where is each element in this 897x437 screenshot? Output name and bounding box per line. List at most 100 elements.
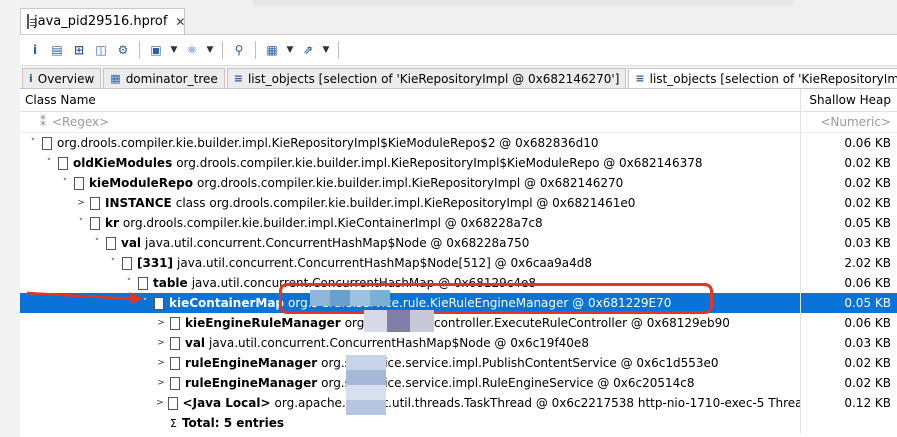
shallow-heap-cell: 0.02 KB (800, 373, 897, 393)
collapse-icon[interactable]: ˅ (44, 158, 54, 168)
info-icon[interactable]: i (26, 41, 44, 59)
field-name: val (121, 236, 142, 250)
expand-icon[interactable]: > (76, 198, 86, 208)
class-name-cell: > <Java Local> org.apache.tomcat.util.thre… (20, 396, 800, 410)
table-header: Class Name Shallow Heap (20, 89, 897, 112)
tab-overview[interactable]: i Overview (22, 68, 102, 88)
tree-row[interactable]: ˅ kieContainerMap org.s erule.service.rule… (20, 293, 897, 313)
tree-row[interactable]: ˅ kieModuleRepo org.drools.compiler.kie.bu… (20, 173, 897, 193)
tree-row[interactable]: > ruleEngineManager org.s .service.service… (20, 353, 897, 373)
tree-row[interactable]: ˅ oldKieModules org.drools.compiler.kie.bu… (20, 153, 897, 173)
tree-row[interactable]: > ruleEngineManager org.s .service.service… (20, 373, 897, 393)
object-icon (58, 156, 68, 170)
object-icon (138, 276, 148, 290)
tree-row[interactable]: > <Java Local> org.apache.tomcat.util.thre… (20, 393, 897, 413)
object-description: org.s erule.service.rule.KieRuleEngineMa… (288, 296, 672, 310)
class-name-cell: > ruleEngineManager org.s .service.service… (20, 376, 800, 390)
tab-dominator-tree[interactable]: ▦ dominator_tree (103, 68, 225, 88)
expand-icon[interactable]: > (156, 378, 166, 388)
regex-icon: ⁑ (40, 115, 46, 129)
field-name: kr (105, 216, 119, 230)
toolbar-separator (255, 41, 256, 59)
class-name-cell: ˅ [331] java.util.concurrent.ConcurrentHas… (20, 256, 800, 270)
dominator-tree-icon[interactable]: ⊞ (70, 41, 88, 59)
tab-label: list_objects [selection of 'KieRepositor… (247, 71, 620, 86)
collapse-icon[interactable]: ˅ (76, 218, 86, 228)
object-icon (90, 196, 100, 210)
file-tab-hprof[interactable]: java_pid29516.hprof ✕ (20, 8, 185, 34)
oql-icon[interactable]: ◫ (92, 41, 110, 59)
numeric-filter-input[interactable]: <Numeric> (800, 112, 897, 132)
total-row[interactable]: Σ Total: 5 entries (20, 413, 897, 433)
close-tab-icon[interactable]: ✕ (175, 15, 185, 29)
heap-dump-editor: java_pid29516.hprof ✕ i ▤ ⊞ ◫ ⚙ ▣ ▼ ⚛ ▼ … (20, 0, 897, 437)
result-tabs: i Overview ▦ dominator_tree ≡ list_objects … (20, 66, 897, 89)
tree-table-body: ˅ org.drools.compiler.kie.builder.impl.Ki… (20, 133, 897, 433)
shallow-heap-cell: 0.02 KB (800, 193, 897, 213)
class-name-cell: > val java.util.concurrent.ConcurrentHashM… (20, 336, 800, 350)
collapse-icon[interactable]: ˅ (60, 178, 70, 188)
collapse-icon[interactable]: ˅ (28, 138, 38, 148)
query-browser-icon[interactable]: ⚛ (183, 41, 201, 59)
tree-row[interactable]: > INSTANCE class org.drools.compiler.kie.b… (20, 193, 897, 213)
object-description: java.util.concurrent.ConcurrentHashMap$N… (145, 236, 530, 250)
object-description: java.util.concurrent.ConcurrentHashMap @… (191, 276, 537, 290)
histogram-icon[interactable]: ▤ (48, 41, 66, 59)
tree-row[interactable]: > val java.util.concurrent.ConcurrentHashM… (20, 333, 897, 353)
chevron-down-icon[interactable]: ▼ (169, 41, 179, 59)
toolbar-separator (139, 41, 140, 59)
object-description: org.drools.compiler.kie.builder.impl.Kie… (176, 156, 703, 170)
chevron-down-icon[interactable]: ▼ (205, 41, 215, 59)
object-description: org.apache.tomcat.util.threads.TaskThrea… (274, 396, 800, 410)
tree-row[interactable]: > kieEngineRuleManager org.s rule.web.cont… (20, 313, 897, 333)
heap-dump-icon[interactable]: ⚙ (114, 41, 132, 59)
expand-icon[interactable]: > (156, 318, 166, 328)
chevron-down-icon[interactable]: ▼ (321, 41, 331, 59)
expand-icon[interactable]: > (156, 398, 164, 408)
regex-filter-input[interactable]: ⁑ <Regex> (20, 115, 800, 129)
object-icon (106, 236, 116, 250)
tree-row[interactable]: ˅ org.drools.compiler.kie.builder.impl.Ki… (20, 133, 897, 153)
class-name-cell: ˅ kieContainerMap org.s erule.service.rule… (20, 296, 800, 310)
tab-label: Overview (37, 71, 95, 86)
tab-list-objects-1[interactable]: ≡ list_objects [selection of 'KieReposito… (226, 68, 627, 88)
tree-row[interactable]: ˅ [331] java.util.concurrent.ConcurrentHas… (20, 253, 897, 273)
field-name: ruleEngineManager (185, 356, 318, 370)
layout-icon[interactable]: ▦ (263, 41, 281, 59)
expand-icon[interactable]: > (156, 358, 166, 368)
field-name: ruleEngineManager (185, 376, 318, 390)
search-icon[interactable]: ⚲ (230, 41, 248, 59)
tab-label: dominator_tree (125, 71, 218, 86)
class-name-cell: > kieEngineRuleManager org.s rule.web.cont… (20, 316, 800, 330)
object-description: java.util.concurrent.ConcurrentHashMap$N… (209, 336, 589, 350)
tab-list-objects-2[interactable]: ≡ list_objects [selection of 'KieReposito… (628, 68, 897, 88)
object-description: org.drools.compiler.kie.builder.impl.Kie… (57, 136, 599, 150)
tree-row[interactable]: ˅ table java.util.concurrent.ConcurrentHas… (20, 273, 897, 293)
toolbar-separator (222, 41, 223, 59)
list-icon: ≡ (635, 72, 645, 85)
field-name: kieEngineRuleManager (185, 316, 341, 330)
report-icon[interactable]: ▣ (147, 41, 165, 59)
collapse-icon[interactable]: ˅ (108, 258, 118, 268)
chevron-down-icon[interactable]: ▼ (285, 41, 295, 59)
export-icon[interactable]: ⇗ (299, 41, 317, 59)
expand-icon[interactable]: > (156, 338, 166, 348)
object-icon (167, 396, 178, 410)
object-description: org.s .service.service.impl.PublishConte… (321, 356, 719, 370)
column-header-shallow-heap[interactable]: Shallow Heap (800, 89, 897, 111)
collapse-icon[interactable]: ˅ (124, 278, 134, 288)
tree-row[interactable]: ˅ kr org.drools.compiler.kie.builder.impl.… (20, 213, 897, 233)
object-description: class org.drools.compiler.kie.builder.im… (175, 196, 636, 210)
object-description: org.s .service.service.impl.RuleEngineSe… (321, 376, 695, 390)
field-name: [331] (137, 256, 174, 270)
tree-row[interactable]: ˅ val java.util.concurrent.ConcurrentHashM… (20, 233, 897, 253)
column-header-class-name[interactable]: Class Name (20, 93, 800, 107)
collapse-icon[interactable]: ˅ (92, 238, 102, 248)
object-icon (74, 176, 84, 190)
shallow-heap-cell: 0.06 KB (800, 313, 897, 333)
object-icon (170, 376, 180, 390)
left-panel-edge (0, 0, 21, 437)
shallow-heap-cell: 0.03 KB (800, 333, 897, 353)
collapse-icon[interactable]: ˅ (140, 298, 150, 308)
shallow-heap-cell (800, 413, 897, 433)
